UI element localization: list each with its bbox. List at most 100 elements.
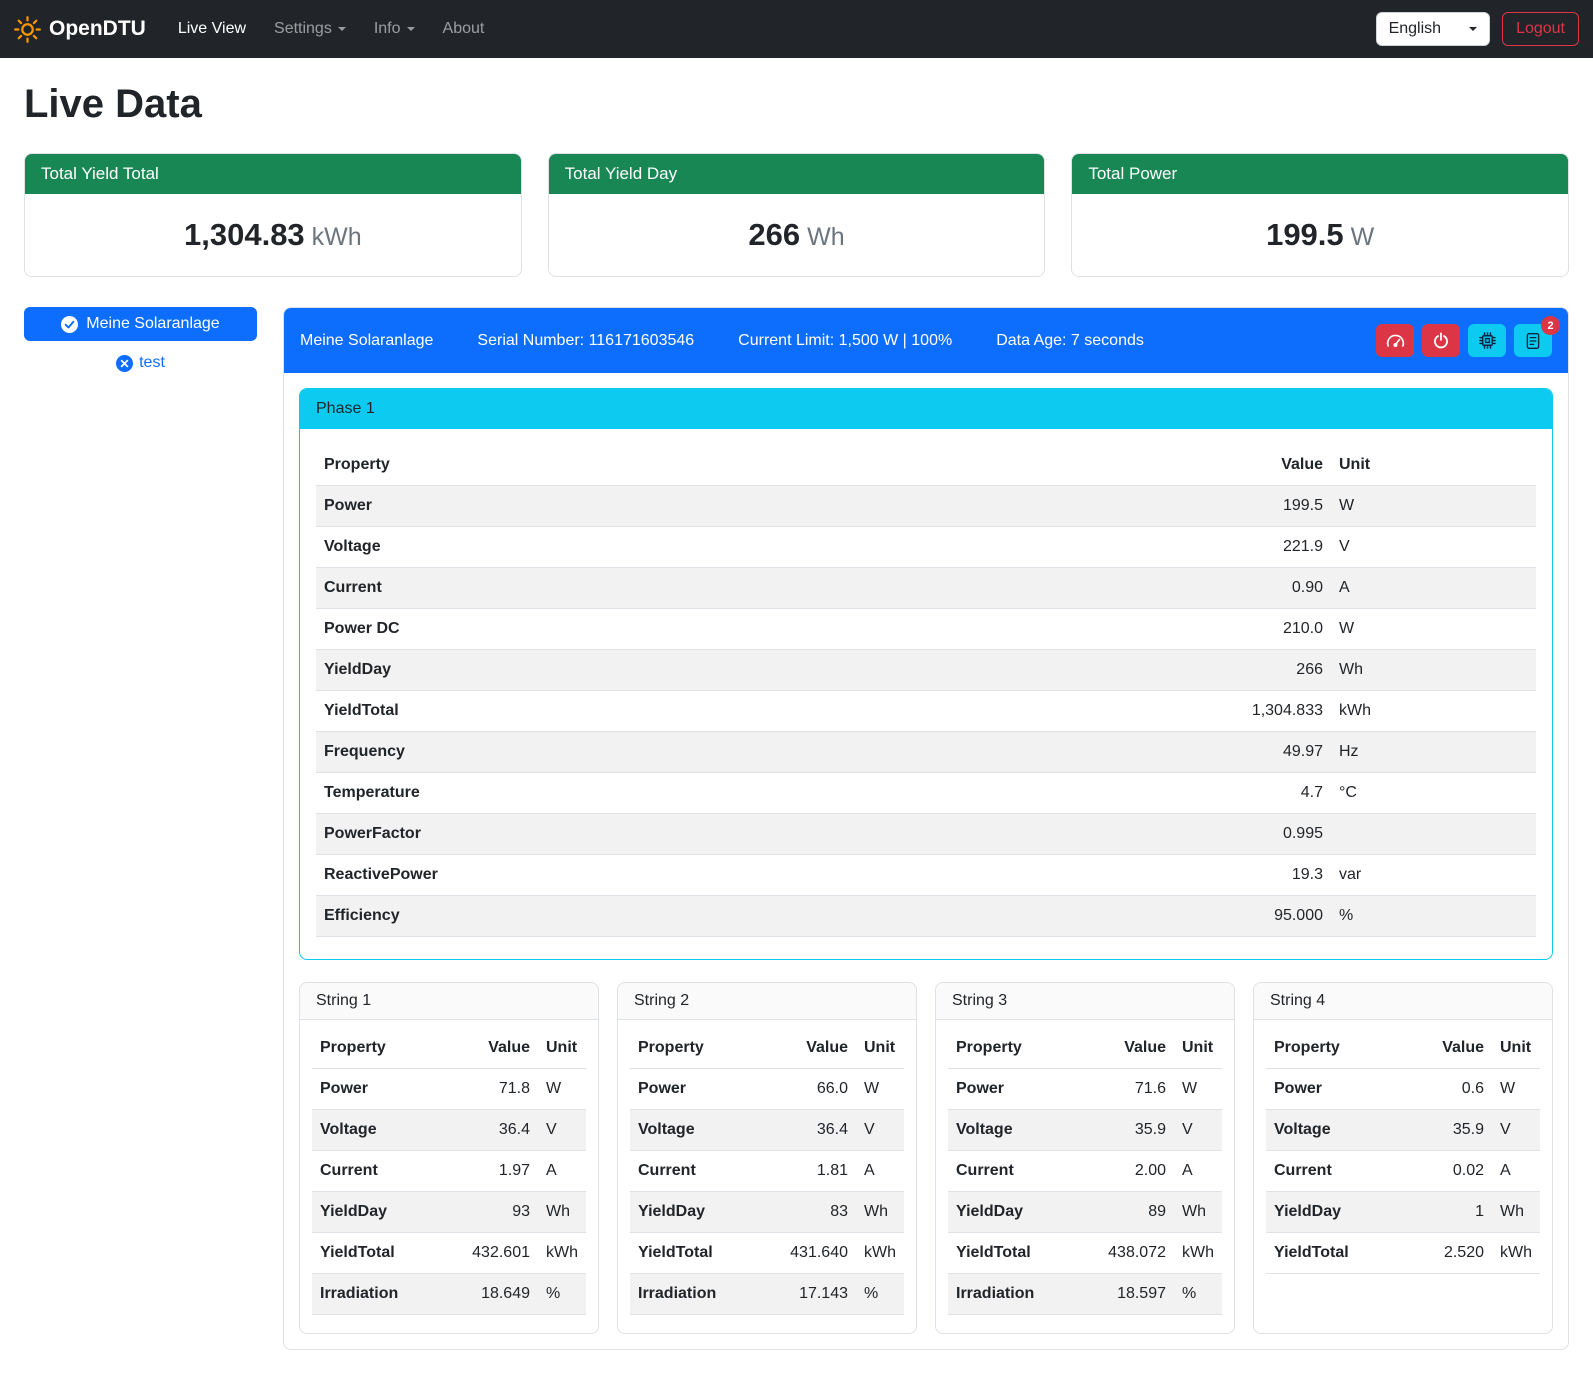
- language-select[interactable]: English: [1376, 12, 1490, 46]
- logout-button[interactable]: Logout: [1502, 12, 1579, 46]
- table-row: Irradiation17.143%: [630, 1274, 904, 1315]
- table-row: Power71.8W: [312, 1069, 586, 1110]
- property-cell: YieldDay: [316, 650, 923, 691]
- value-cell-text: 210.0: [923, 609, 1331, 650]
- unit-cell-text: kWh: [856, 1233, 904, 1274]
- sidebar-item-test[interactable]: test: [24, 354, 257, 372]
- value-cell-text: 221.9: [923, 527, 1331, 568]
- summary-card-total-power: Total Power 199.5W: [1071, 153, 1569, 277]
- nav-item-settings[interactable]: Settings: [260, 12, 360, 46]
- unit-cell-text: Wh: [538, 1192, 586, 1233]
- unit-cell-text: A: [1331, 568, 1536, 609]
- property-cell: PowerFactor: [316, 814, 923, 855]
- column-header-unit: Unit: [1174, 1028, 1222, 1069]
- unit-cell-text: V: [538, 1110, 586, 1151]
- value-cell-text: 438.072: [1075, 1233, 1174, 1274]
- unit-cell-text: %: [1174, 1274, 1222, 1315]
- value-cell-text: 36.4: [757, 1110, 856, 1151]
- sidebar-item-test-label: test: [139, 354, 165, 372]
- table-row: Current0.90A: [316, 568, 1536, 609]
- property-cell: YieldTotal: [630, 1233, 757, 1274]
- value-cell-text: 1: [1404, 1192, 1492, 1233]
- device-info-button[interactable]: [1468, 324, 1506, 357]
- string-table: Property Value Unit Power71.6WVoltage35.…: [948, 1028, 1222, 1315]
- property-cell: Current: [948, 1151, 1075, 1192]
- table-row: Current1.81A: [630, 1151, 904, 1192]
- property-cell: YieldDay: [630, 1192, 757, 1233]
- property-cell: Power: [1266, 1069, 1404, 1110]
- column-header-value: Value: [1404, 1028, 1492, 1069]
- string-card-4: String 4 Property Value Unit: [1253, 982, 1553, 1334]
- power-button[interactable]: [1422, 324, 1460, 357]
- summary-card-total-yield-day: Total Yield Day 266Wh: [548, 153, 1046, 277]
- navbar: OpenDTU Live View Settings Info About En…: [0, 0, 1593, 58]
- value-cell-text: 0.02: [1404, 1151, 1492, 1192]
- table-row: Voltage221.9V: [316, 527, 1536, 568]
- brand-link[interactable]: OpenDTU: [14, 16, 146, 43]
- events-button[interactable]: 2: [1514, 324, 1552, 357]
- column-header-unit: Unit: [856, 1028, 904, 1069]
- value-cell-text: 71.8: [439, 1069, 538, 1110]
- unit-cell-text: Wh: [1331, 650, 1536, 691]
- value-cell-text: 432.601: [439, 1233, 538, 1274]
- table-row: Voltage36.4V: [630, 1110, 904, 1151]
- table-row: YieldTotal431.640kWh: [630, 1233, 904, 1274]
- nav-item-live-view[interactable]: Live View: [164, 12, 260, 46]
- property-cell: Voltage: [948, 1110, 1075, 1151]
- nav-item-info[interactable]: Info: [360, 12, 429, 46]
- unit-cell-text: A: [538, 1151, 586, 1192]
- unit-cell-text: °C: [1331, 773, 1536, 814]
- summary-card-total-yield-total: Total Yield Total 1,304.83kWh: [24, 153, 522, 277]
- nav-item-about[interactable]: About: [429, 12, 499, 46]
- value-cell-text: 35.9: [1075, 1110, 1174, 1151]
- summary-card-unit: Wh: [807, 223, 845, 251]
- summary-card-title: Total Power: [1072, 154, 1568, 194]
- value-cell-text: 199.5: [923, 486, 1331, 527]
- gauge-icon: [1386, 331, 1405, 350]
- table-row: Power66.0W: [630, 1069, 904, 1110]
- table-row: Power DC210.0W: [316, 609, 1536, 650]
- value-cell-text: 71.6: [1075, 1069, 1174, 1110]
- value-cell-text: 18.649: [439, 1274, 538, 1315]
- value-cell-text: 266: [923, 650, 1331, 691]
- column-header-value: Value: [439, 1028, 538, 1069]
- value-cell-text: 66.0: [757, 1069, 856, 1110]
- table-row: Frequency49.97Hz: [316, 732, 1536, 773]
- table-row: YieldDay89Wh: [948, 1192, 1222, 1233]
- limit-settings-button[interactable]: [1376, 324, 1414, 357]
- property-cell: YieldTotal: [316, 691, 923, 732]
- property-cell: YieldDay: [1266, 1192, 1404, 1233]
- property-cell: YieldTotal: [948, 1233, 1075, 1274]
- unit-cell-text: V: [1174, 1110, 1222, 1151]
- property-cell: Current: [312, 1151, 439, 1192]
- table-row: YieldTotal1,304.833kWh: [316, 691, 1536, 732]
- property-cell: YieldTotal: [1266, 1233, 1404, 1274]
- data-age: Data Age: 7 seconds: [996, 332, 1144, 350]
- unit-cell-text: W: [1174, 1069, 1222, 1110]
- value-cell-text: 0.995: [923, 814, 1331, 855]
- chevron-down-icon: [1469, 27, 1477, 31]
- value-cell-text: 17.143: [757, 1274, 856, 1315]
- property-cell: YieldTotal: [312, 1233, 439, 1274]
- property-cell: Power DC: [316, 609, 923, 650]
- string-card-1: String 1 Property Value Unit: [299, 982, 599, 1334]
- string-title: String 4: [1254, 983, 1552, 1020]
- inverter-select-button[interactable]: Meine Solaranlage: [24, 307, 257, 341]
- property-cell: Power: [316, 486, 923, 527]
- value-cell-text: 49.97: [923, 732, 1331, 773]
- table-row: YieldDay1Wh: [1266, 1192, 1540, 1233]
- page-title: Live Data: [24, 82, 1569, 127]
- unit-cell-text: [1331, 814, 1536, 855]
- property-cell: YieldDay: [948, 1192, 1075, 1233]
- value-cell-text: 1,304.833: [923, 691, 1331, 732]
- unit-cell-text: kWh: [1331, 691, 1536, 732]
- unit-cell-text: V: [1331, 527, 1536, 568]
- table-row: YieldTotal2.520kWh: [1266, 1233, 1540, 1274]
- string-title: String 2: [618, 983, 916, 1020]
- serial-number: Serial Number: 116171603546: [477, 332, 694, 350]
- check-circle-icon: [61, 316, 78, 333]
- x-circle-icon: [116, 355, 133, 372]
- table-row: Temperature4.7°C: [316, 773, 1536, 814]
- property-cell: Power: [312, 1069, 439, 1110]
- property-cell: Current: [316, 568, 923, 609]
